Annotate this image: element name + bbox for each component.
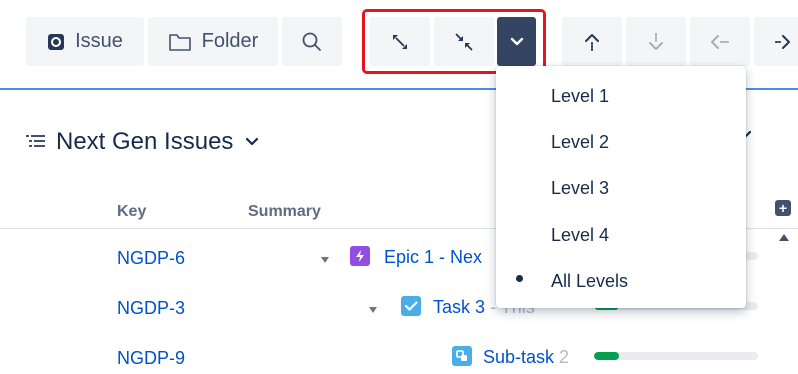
epic-icon [350,246,370,266]
column-header-summary[interactable]: Summary [248,203,321,221]
row-summary-text: Task 3 [433,297,486,317]
level-dropdown-menu: Level 1 Level 2 Level 3 Level 4 All Leve… [496,66,746,308]
row-key-link[interactable]: NGDP-6 [117,248,185,269]
move-down-button[interactable] [626,17,686,66]
new-issue-button[interactable]: Issue [26,17,144,66]
menu-item-all-levels[interactable]: All Levels [551,271,628,292]
row-summary-text: Sub-task [483,347,555,367]
row-summary-text: Epic 1 - Nex [384,247,483,267]
title-chevron-down-icon[interactable] [245,137,259,147]
progress-fill [594,352,619,360]
task-icon [401,296,421,316]
highlight-box [362,9,546,74]
search-icon [301,31,323,53]
move-right-button[interactable] [754,17,798,66]
row-summary-link[interactable]: Sub-task 2 [483,347,569,368]
row-key-link[interactable]: NGDP-9 [117,348,185,369]
issue-icon [47,33,65,51]
issue-button-label: Issue [75,30,123,52]
move-left-button[interactable] [690,17,750,66]
folder-icon [168,32,192,52]
page-title: Next Gen Issues [56,128,234,155]
scroll-up-arrow-icon[interactable] [779,234,789,241]
progress-bar [594,352,758,360]
column-header-key[interactable]: Key [117,203,146,221]
structure-title[interactable]: Next Gen Issues [26,128,259,156]
menu-item-level-2[interactable]: Level 2 [551,132,609,153]
folder-button-label: Folder [201,30,259,52]
menu-item-level-1[interactable]: Level 1 [551,86,609,107]
collapse-triangle-icon[interactable] [369,307,377,313]
move-up-button[interactable] [562,17,622,66]
collapse-triangle-icon[interactable] [321,257,329,263]
arrow-right-icon [773,32,795,52]
menu-item-level-3[interactable]: Level 3 [551,178,609,199]
selected-bullet-icon [516,275,523,282]
row-summary-link[interactable]: Epic 1 - Nex [384,247,482,268]
menu-item-level-4[interactable]: Level 4 [551,225,609,246]
arrow-up-icon [582,32,602,52]
row-summary-overflow: 2 [554,347,570,367]
structure-icon [26,134,46,150]
arrow-left-icon [709,32,731,52]
subtask-icon [452,346,472,366]
row-key-link[interactable]: NGDP-3 [117,298,185,319]
arrow-down-icon [646,32,666,52]
add-column-button[interactable]: + [775,200,791,216]
new-folder-button[interactable]: Folder [148,17,278,66]
search-button[interactable] [282,17,342,66]
